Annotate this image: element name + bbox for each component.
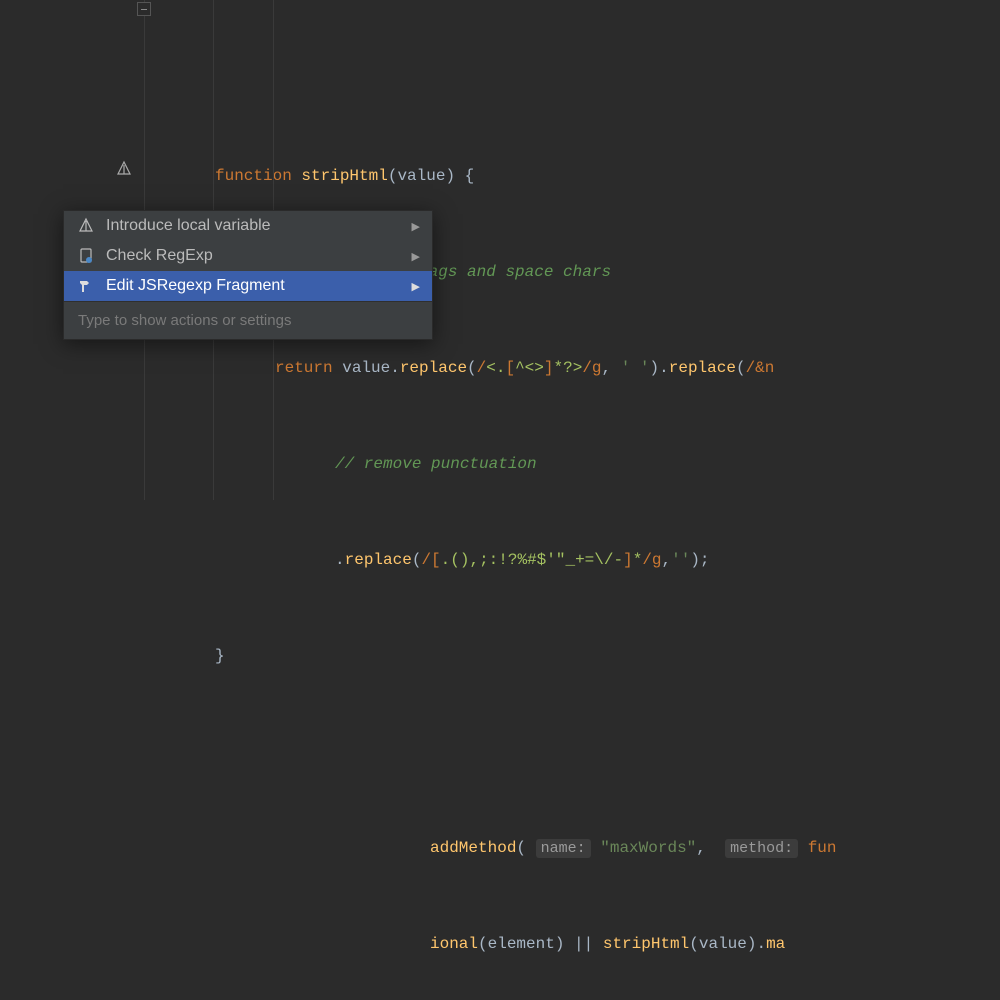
hammer-icon <box>76 276 96 296</box>
intention-bulb-icon[interactable] <box>115 160 133 183</box>
code-line[interactable] <box>145 736 1000 768</box>
code-line[interactable]: } <box>145 640 1000 672</box>
popup-item-label: Edit JSRegexp Fragment <box>106 277 285 295</box>
popup-item-introduce-variable[interactable]: Introduce local variable ▶ <box>64 211 432 241</box>
intention-actions-popup: Introduce local variable ▶ Check RegExp … <box>63 210 433 340</box>
code-line[interactable]: .replace(/[.(),;:!?%#$'"_+=\/-]*/g,''); <box>145 544 1000 576</box>
popup-item-label: Introduce local variable <box>106 217 271 235</box>
popup-item-check-regexp[interactable]: Check RegExp ▶ <box>64 241 432 271</box>
popup-hint: Type to show actions or settings <box>64 301 432 339</box>
submenu-arrow-icon: ▶ <box>412 250 420 263</box>
submenu-arrow-icon: ▶ <box>412 220 420 233</box>
submenu-arrow-icon: ▶ <box>412 280 420 293</box>
code-line[interactable]: ional(element) || stripHtml(value).ma <box>145 928 1000 960</box>
code-line[interactable]: addMethod( name: "maxWords", method: fun <box>145 832 1000 864</box>
popup-item-label: Check RegExp <box>106 247 213 265</box>
popup-item-edit-fragment[interactable]: Edit JSRegexp Fragment ▶ <box>64 271 432 301</box>
document-gear-icon <box>76 246 96 266</box>
tetrahedron-icon <box>76 216 96 236</box>
